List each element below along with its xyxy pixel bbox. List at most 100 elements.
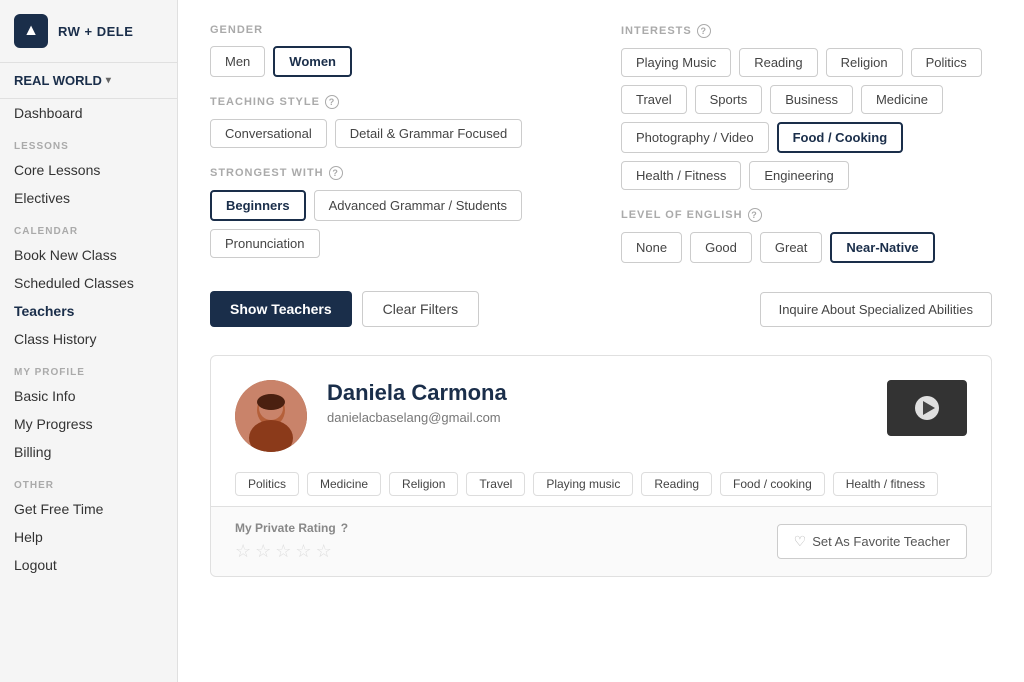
teacher-info: Daniela Carmona danielacbaselang@gmail.c… <box>327 380 867 425</box>
clear-filters-button[interactable]: Clear Filters <box>362 291 479 327</box>
sidebar-org[interactable]: REAL WORLD ▾ <box>0 63 177 99</box>
sidebar-item-help[interactable]: Help <box>0 523 177 551</box>
teacher-tag-politics: Politics <box>235 472 299 496</box>
sidebar-section-other: OTHER <box>0 466 177 495</box>
interests-options: Playing Music Reading Religion Politics Trav… <box>621 48 992 190</box>
interests-filter: INTERESTS ? Playing Music Reading Religion… <box>621 24 992 190</box>
sidebar-item-dashboard[interactable]: Dashboard <box>0 99 177 127</box>
strongest-with-help-icon[interactable]: ? <box>329 166 343 180</box>
interest-option-health-fitness[interactable]: Health / Fitness <box>621 161 741 190</box>
strongest-with-filter: STRONGEST WITH ? Beginners Advanced Gramm… <box>210 166 581 258</box>
sidebar-item-logout[interactable]: Logout <box>0 551 177 579</box>
teacher-video-thumbnail[interactable] <box>887 380 967 436</box>
interest-option-photography-video[interactable]: Photography / Video <box>621 122 769 153</box>
rating-section: My Private Rating ? ☆☆☆☆☆ ♡ Set As Favor… <box>211 506 991 576</box>
level-english-help-icon[interactable]: ? <box>748 208 762 222</box>
gender-filter: GENDER MenWomen <box>210 24 581 77</box>
teacher-tag-medicine: Medicine <box>307 472 381 496</box>
teacher-tag-health-fitness: Health / fitness <box>833 472 938 496</box>
sidebar-logo: ▲ RW + DELE <box>0 0 177 63</box>
gender-option-men[interactable]: Men <box>210 46 265 77</box>
filters-left: GENDER MenWomen TEACHING STYLE ? Convers… <box>210 24 621 281</box>
set-favorite-button[interactable]: ♡ Set As Favorite Teacher <box>777 524 967 559</box>
chevron-down-icon: ▾ <box>106 75 111 86</box>
sidebar-item-teachers[interactable]: Teachers <box>0 297 177 325</box>
interest-option-sports[interactable]: Sports <box>695 85 763 114</box>
strongest-with-option-advanced-grammar-students[interactable]: Advanced Grammar / Students <box>314 190 522 221</box>
gender-option-women[interactable]: Women <box>273 46 352 77</box>
gender-options: Men Women <box>210 46 581 77</box>
interest-option-food-cooking[interactable]: Food / Cooking <box>777 122 904 153</box>
teacher-tags: Politics Medicine Religion Travel Playing mu… <box>235 472 967 496</box>
sidebar-item-billing[interactable]: Billing <box>0 438 177 466</box>
logo-icon: ▲ <box>14 14 48 48</box>
interest-option-business[interactable]: Business <box>770 85 853 114</box>
strongest-with-label: STRONGEST WITH ? <box>210 166 581 180</box>
sidebar-item-get-free-time[interactable]: Get Free Time <box>0 495 177 523</box>
sidebar-item-scheduled-classes[interactable]: Scheduled Classes <box>0 269 177 297</box>
strongest-with-option-pronunciation[interactable]: Pronunciation <box>210 229 320 258</box>
filters-right: INTERESTS ? Playing Music Reading Religion… <box>621 24 992 281</box>
avatar-svg <box>235 380 307 452</box>
sidebar-item-core-lessons[interactable]: Core Lessons <box>0 156 177 184</box>
level-option-great[interactable]: Great <box>760 232 823 263</box>
teacher-tag-travel: Travel <box>466 472 525 496</box>
level-option-none[interactable]: None <box>621 232 682 263</box>
interest-option-religion[interactable]: Religion <box>826 48 903 77</box>
strongest-with-options: Beginners Advanced Grammar / Students Pron… <box>210 190 581 258</box>
action-row-right: Inquire About Specialized Abilities <box>760 292 992 327</box>
teacher-tag-food-cooking: Food / cooking <box>720 472 825 496</box>
star-1[interactable]: ☆ <box>235 541 251 562</box>
sidebar-section-lessons: LESSONS <box>0 127 177 156</box>
teaching-style-option-conversational[interactable]: Conversational <box>210 119 327 148</box>
sidebar-item-book-new-class[interactable]: Book New Class <box>0 241 177 269</box>
main-content: GENDER MenWomen TEACHING STYLE ? Convers… <box>178 0 1024 682</box>
interest-option-playing-music[interactable]: Playing Music <box>621 48 731 77</box>
teacher-header: Daniela Carmona danielacbaselang@gmail.c… <box>235 380 967 452</box>
play-triangle <box>923 401 935 415</box>
teaching-style-option-detail-grammar-focused[interactable]: Detail & Grammar Focused <box>335 119 523 148</box>
show-teachers-button[interactable]: Show Teachers <box>210 291 352 327</box>
interest-option-engineering[interactable]: Engineering <box>749 161 848 190</box>
teacher-email: danielacbaselang@gmail.com <box>327 410 867 425</box>
star-4[interactable]: ☆ <box>295 541 311 562</box>
teacher-tag-religion: Religion <box>389 472 458 496</box>
interest-option-politics[interactable]: Politics <box>911 48 982 77</box>
level-option-good[interactable]: Good <box>690 232 752 263</box>
teacher-tag-reading: Reading <box>641 472 712 496</box>
sidebar-item-electives[interactable]: Electives <box>0 184 177 212</box>
interests-label: INTERESTS ? <box>621 24 992 38</box>
rating-label: My Private Rating ? <box>235 521 348 535</box>
avatar <box>235 380 307 452</box>
avatar-image <box>235 380 307 452</box>
action-row: Show Teachers Clear Filters Inquire Abou… <box>210 291 992 327</box>
level-english-filter: LEVEL OF ENGLISH ? NoneGoodGreatNear-Nat… <box>621 208 992 263</box>
action-row-left: Show Teachers Clear Filters <box>210 291 479 327</box>
star-3[interactable]: ☆ <box>275 541 291 562</box>
sidebar-item-my-progress[interactable]: My Progress <box>0 410 177 438</box>
sidebar-item-class-history[interactable]: Class History <box>0 325 177 353</box>
play-icon <box>915 396 939 420</box>
logo-text: RW + DELE <box>58 24 133 39</box>
strongest-with-option-beginners[interactable]: Beginners <box>210 190 306 221</box>
teaching-style-label: TEACHING STYLE ? <box>210 95 581 109</box>
rating-help-icon[interactable]: ? <box>341 521 348 535</box>
interest-option-reading[interactable]: Reading <box>739 48 817 77</box>
sidebar: ▲ RW + DELE REAL WORLD ▾ DashboardLESSON… <box>0 0 178 682</box>
sidebar-section-calendar: CALENDAR <box>0 212 177 241</box>
heart-icon: ♡ <box>794 533 807 550</box>
interest-option-travel[interactable]: Travel <box>621 85 687 114</box>
teaching-style-help-icon[interactable]: ? <box>325 95 339 109</box>
interest-option-medicine[interactable]: Medicine <box>861 85 943 114</box>
sidebar-item-basic-info[interactable]: Basic Info <box>0 382 177 410</box>
teacher-card: Daniela Carmona danielacbaselang@gmail.c… <box>210 355 992 577</box>
filters-container: GENDER MenWomen TEACHING STYLE ? Convers… <box>210 24 992 281</box>
sidebar-section-my-profile: MY PROFILE <box>0 353 177 382</box>
interests-help-icon[interactable]: ? <box>697 24 711 38</box>
level-option-near-native[interactable]: Near-Native <box>830 232 934 263</box>
star-5[interactable]: ☆ <box>316 541 332 562</box>
teacher-tag-playing-music: Playing music <box>533 472 633 496</box>
teaching-style-options: Conversational Detail & Grammar Focused <box>210 119 581 148</box>
inquire-specialized-button[interactable]: Inquire About Specialized Abilities <box>760 292 992 327</box>
star-2[interactable]: ☆ <box>255 541 271 562</box>
